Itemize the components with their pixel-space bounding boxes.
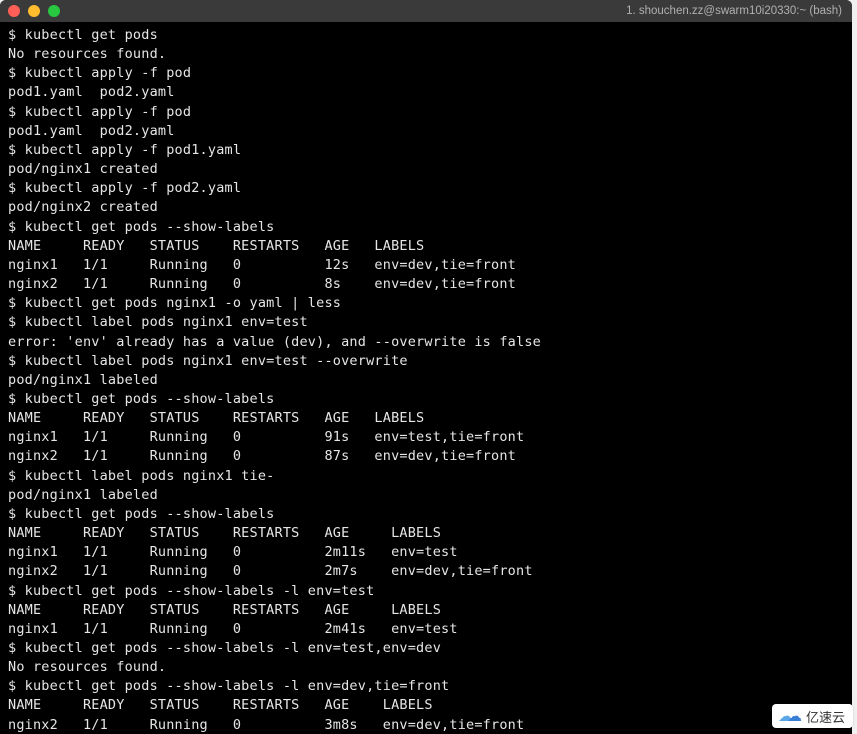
close-icon[interactable] bbox=[8, 5, 20, 17]
watermark: ☁☁ 亿速云 bbox=[772, 704, 853, 728]
traffic-lights bbox=[8, 5, 60, 17]
terminal-window: 1. shouchen.zz@swarm10i20330:~ (bash) $ … bbox=[0, 0, 852, 734]
maximize-icon[interactable] bbox=[48, 5, 60, 17]
terminal-content[interactable]: $ kubectl get pods No resources found. $… bbox=[0, 22, 852, 734]
minimize-icon[interactable] bbox=[28, 5, 40, 17]
window-title: 1. shouchen.zz@swarm10i20330:~ (bash) bbox=[626, 5, 842, 17]
watermark-text: 亿速云 bbox=[806, 707, 845, 726]
cloud-icon: ☁☁ bbox=[778, 709, 802, 724]
titlebar[interactable]: 1. shouchen.zz@swarm10i20330:~ (bash) bbox=[0, 0, 852, 22]
